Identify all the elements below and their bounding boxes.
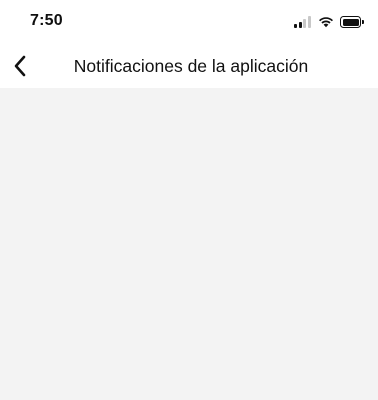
cellular-signal-icon — [294, 16, 312, 28]
content-area — [0, 88, 378, 400]
status-icons — [294, 14, 364, 30]
wifi-icon — [319, 17, 333, 28]
battery-icon — [340, 16, 364, 28]
page-title: Notificaciones de la aplicación — [73, 56, 309, 76]
status-time: 7:50 — [30, 12, 63, 29]
status-bar: 7:50 — [0, 0, 378, 44]
navigation-bar: Notificaciones de la aplicación — [0, 44, 378, 88]
